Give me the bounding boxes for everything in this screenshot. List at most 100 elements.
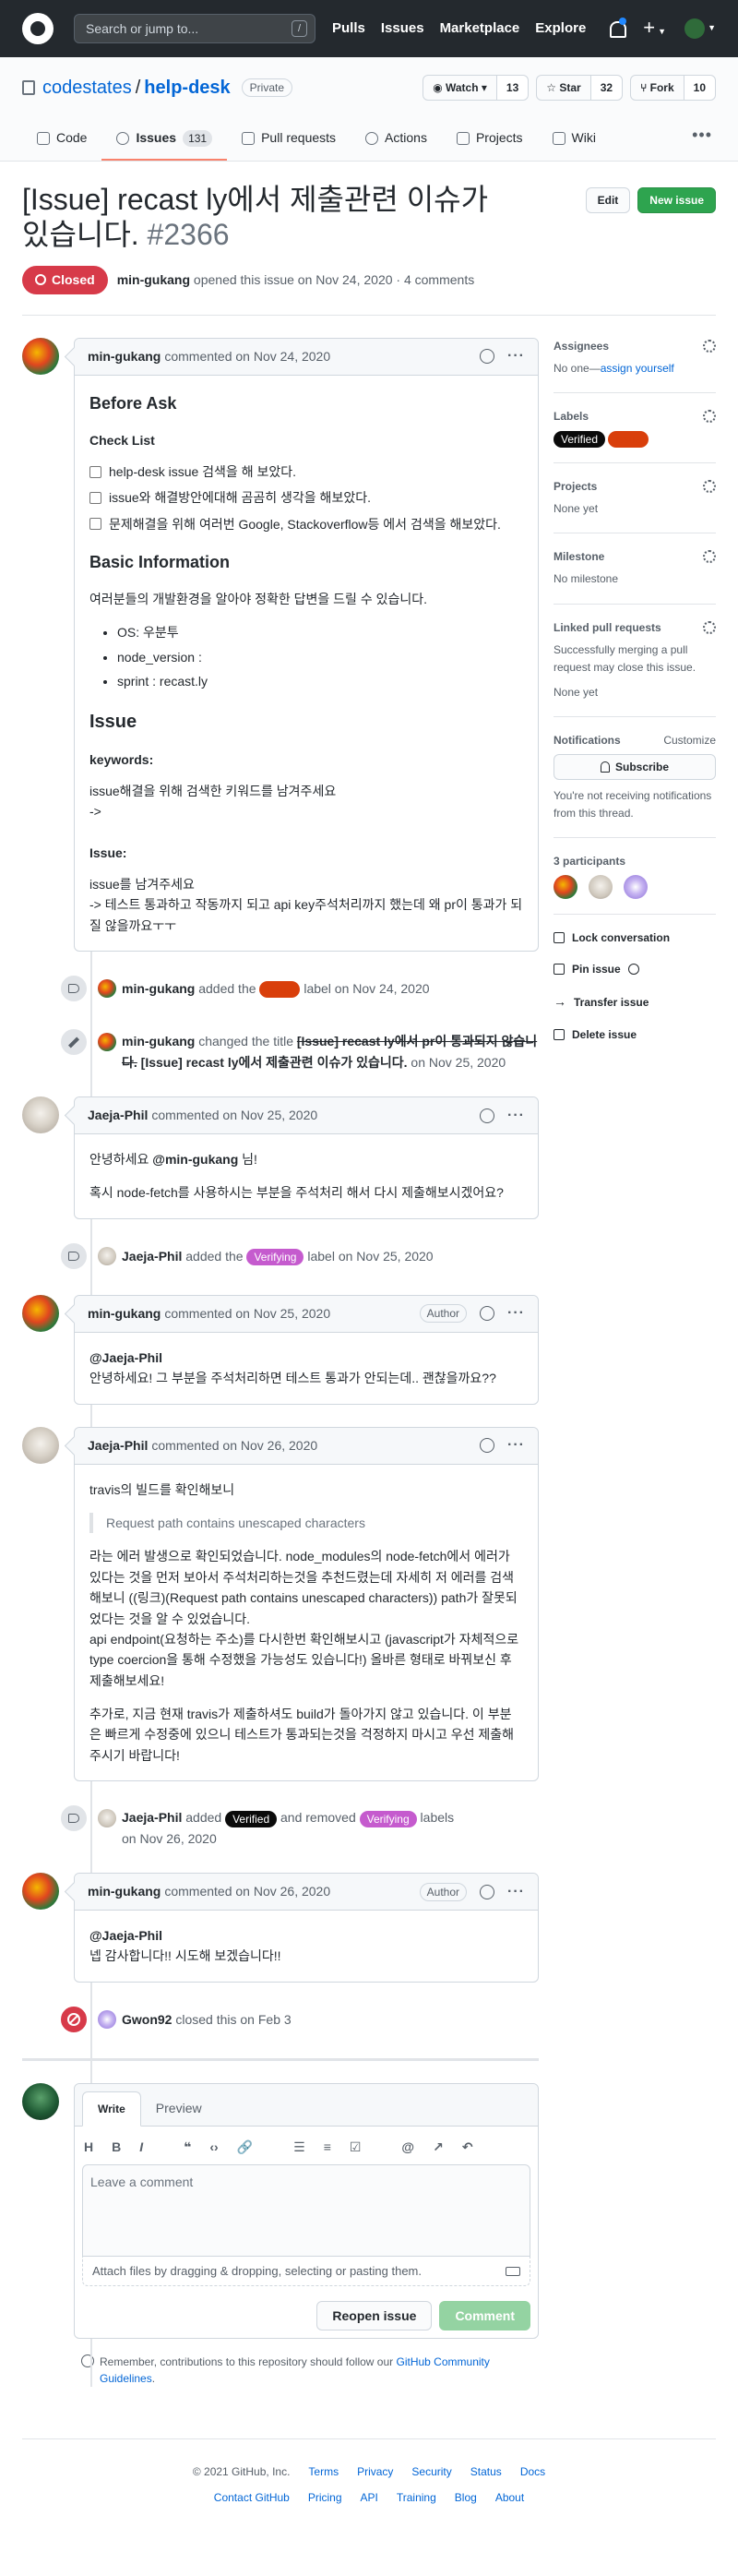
comment-options-icon[interactable]: ···	[507, 1302, 525, 1324]
repo-name-link[interactable]: help-desk	[144, 78, 230, 98]
comment-author[interactable]: min-gukang	[88, 1304, 161, 1324]
avatar[interactable]	[98, 979, 116, 999]
gear-icon[interactable]	[703, 409, 716, 423]
reaction-smiley-icon[interactable]	[480, 1108, 495, 1123]
avatar[interactable]	[98, 1033, 116, 1052]
event-actor[interactable]: min-gukang	[122, 1034, 195, 1048]
tab-issues[interactable]: Issues 131	[101, 128, 228, 161]
italic-icon[interactable]: I	[139, 2138, 143, 2157]
tab-pull-requests[interactable]: Pull requests	[227, 128, 351, 161]
watch-button[interactable]: ◉ Watch ▾ 13	[423, 75, 530, 101]
label-badge[interactable]: issue	[608, 430, 649, 448]
assign-yourself-link[interactable]: assign yourself	[601, 362, 674, 375]
event-actor[interactable]: min-gukang	[122, 981, 195, 996]
task-checkbox[interactable]	[89, 518, 101, 531]
quote-icon[interactable]: ❝	[184, 2138, 191, 2157]
tab-projects[interactable]: Projects	[442, 128, 538, 161]
participant-avatar[interactable]	[624, 875, 648, 900]
tab-wiki[interactable]: Wiki	[538, 128, 611, 161]
footer-link-blog[interactable]: Blog	[455, 2489, 477, 2506]
footer-link-api[interactable]: API	[361, 2489, 378, 2506]
user-mention[interactable]: @Jaeja-Phil	[89, 1928, 162, 1943]
gear-icon[interactable]	[703, 620, 716, 634]
avatar[interactable]	[22, 337, 59, 375]
label-badge[interactable]: Verifying	[246, 1248, 304, 1265]
cross-reference-icon[interactable]: ↗	[433, 2138, 444, 2157]
label-badge[interactable]: Verifying	[359, 1810, 417, 1827]
comment-options-icon[interactable]: ···	[507, 345, 525, 367]
fork-count[interactable]: 10	[683, 76, 715, 100]
event-actor[interactable]: Jaeja-Phil	[122, 1810, 182, 1825]
watch-count[interactable]: 13	[495, 76, 529, 100]
footer-link-terms[interactable]: Terms	[308, 2463, 339, 2480]
task-checkbox[interactable]	[89, 465, 101, 478]
comment-author[interactable]: min-gukang	[88, 347, 161, 366]
task-checkbox[interactable]	[89, 492, 101, 505]
task-list-icon[interactable]: ☑	[350, 2138, 362, 2157]
comment-author[interactable]: Jaeja-Phil	[88, 1106, 148, 1125]
subscribe-button[interactable]: Subscribe	[554, 754, 716, 781]
customize-link[interactable]: Customize	[663, 732, 716, 749]
user-mention[interactable]: @min-gukang	[152, 1152, 238, 1167]
comment-author[interactable]: Jaeja-Phil	[88, 1436, 148, 1456]
comment-options-icon[interactable]: ···	[507, 1105, 525, 1127]
transfer-issue-link[interactable]: → Transfer issue	[554, 992, 716, 1012]
fork-button[interactable]: ⑂ Fork 10	[630, 75, 716, 101]
footer-link-contact[interactable]: Contact GitHub	[214, 2489, 290, 2506]
nav-pulls[interactable]: Pulls	[332, 18, 365, 40]
more-tabs-icon[interactable]: •••	[688, 123, 716, 161]
label-badge[interactable]: Verified	[225, 1810, 278, 1827]
comment-options-icon[interactable]: ···	[507, 1434, 525, 1456]
nav-explore[interactable]: Explore	[535, 18, 586, 40]
footer-link-docs[interactable]: Docs	[520, 2463, 545, 2480]
tab-preview[interactable]: Preview	[141, 2091, 217, 2126]
avatar[interactable]	[98, 1246, 116, 1265]
gear-icon[interactable]	[703, 550, 716, 564]
avatar[interactable]	[22, 1873, 59, 1911]
comment-textarea[interactable]: Leave a comment	[82, 2163, 530, 2257]
repo-owner-link[interactable]: codestates	[42, 78, 132, 98]
tab-code[interactable]: Code	[22, 128, 101, 161]
comment-timestamp[interactable]: commented on Nov 25, 2020	[164, 1304, 330, 1324]
label-badge[interactable]: issue	[259, 981, 301, 999]
star-count[interactable]: 32	[589, 76, 623, 100]
new-issue-button[interactable]: New issue	[637, 187, 716, 213]
notifications-bell-icon[interactable]	[608, 18, 627, 38]
footer-link-pricing[interactable]: Pricing	[308, 2489, 342, 2506]
edit-title-button[interactable]: Edit	[585, 187, 631, 213]
comment-timestamp[interactable]: commented on Nov 24, 2020	[164, 347, 330, 366]
reopen-issue-button[interactable]: Reopen issue	[316, 2301, 433, 2331]
tab-write[interactable]: Write	[82, 2091, 141, 2127]
comment-options-icon[interactable]: ···	[507, 1881, 525, 1903]
github-logo-icon[interactable]	[22, 13, 54, 44]
avatar[interactable]	[98, 1809, 116, 1828]
lock-conversation-link[interactable]: Lock conversation	[554, 929, 716, 946]
nav-issues[interactable]: Issues	[381, 18, 424, 40]
nav-marketplace[interactable]: Marketplace	[440, 18, 520, 40]
footer-link-training[interactable]: Training	[397, 2489, 436, 2506]
mention-icon[interactable]: @	[401, 2138, 414, 2157]
tab-actions[interactable]: Actions	[351, 128, 442, 161]
code-icon[interactable]: ‹›	[209, 2138, 218, 2157]
heading-icon[interactable]: H	[84, 2138, 93, 2157]
markdown-icon[interactable]	[506, 2266, 520, 2276]
gear-icon[interactable]	[703, 339, 716, 353]
avatar[interactable]	[98, 2009, 116, 2029]
reaction-smiley-icon[interactable]	[480, 1306, 495, 1322]
bold-icon[interactable]: B	[112, 2138, 121, 2157]
user-mention[interactable]: @Jaeja-Phil	[89, 1350, 162, 1365]
numbered-list-icon[interactable]: ≡	[324, 2138, 331, 2157]
comment-button[interactable]: Comment	[439, 2301, 530, 2331]
footer-link-status[interactable]: Status	[470, 2463, 502, 2480]
reaction-smiley-icon[interactable]	[480, 1884, 495, 1899]
comment-author[interactable]: min-gukang	[88, 1882, 161, 1901]
create-new-menu[interactable]: + ▼	[643, 18, 666, 40]
saved-reply-icon[interactable]: ↶	[462, 2138, 473, 2157]
pin-issue-link[interactable]: Pin issue	[554, 961, 716, 977]
footer-link-about[interactable]: About	[495, 2489, 524, 2506]
link-icon[interactable]: 🔗	[237, 2138, 253, 2157]
event-actor[interactable]: Gwon92	[122, 2012, 172, 2027]
footer-link-privacy[interactable]: Privacy	[357, 2463, 393, 2480]
user-menu[interactable]: ▼	[684, 18, 716, 39]
star-button[interactable]: ☆ Star 32	[536, 75, 624, 101]
